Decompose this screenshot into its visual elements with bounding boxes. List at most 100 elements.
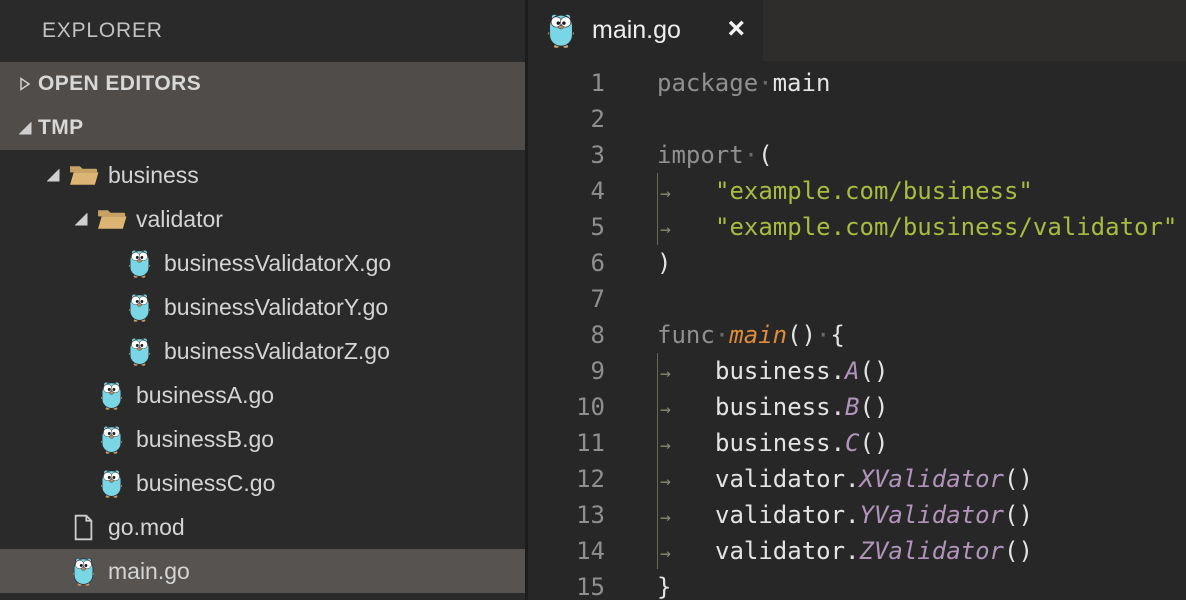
tab-main-go[interactable]: main.go × <box>528 0 763 61</box>
tree-item[interactable]: business <box>0 153 525 197</box>
code-text: → business.B() <box>657 389 888 425</box>
section-label: OPEN EDITORS <box>38 72 202 95</box>
go-gopher-icon <box>122 249 156 278</box>
line-number: 12 <box>576 465 605 493</box>
code-line[interactable]: 15} <box>528 569 1186 600</box>
tree-item[interactable]: main.go <box>0 549 525 593</box>
code-line[interactable]: 13 → validator.YValidator() <box>528 497 1186 533</box>
section-open-editors[interactable]: OPEN EDITORS <box>0 62 525 106</box>
code-token: () <box>787 321 816 349</box>
code-text: import·( <box>657 137 773 173</box>
tab-whitespace-arrow: → <box>660 543 671 564</box>
code-text: → validator.XValidator() <box>657 461 1033 497</box>
code-line[interactable]: 3 import·( <box>528 137 1186 173</box>
code-token: () <box>859 393 889 421</box>
go-gopher-icon <box>94 469 128 498</box>
line-number: 13 <box>576 501 605 529</box>
tree-item[interactable]: go.mod <box>0 505 525 549</box>
code-text: package·main <box>657 65 830 101</box>
code-text: → validator.ZValidator() <box>657 533 1033 569</box>
tree-item-label: businessC.go <box>136 469 276 496</box>
code-line[interactable]: 14 → validator.ZValidator() <box>528 533 1186 569</box>
code-text: → validator.YValidator() <box>657 497 1033 533</box>
code-token: () <box>1004 537 1033 565</box>
code-token: validator. <box>715 537 860 565</box>
tree-item-label: go.mod <box>108 513 185 540</box>
tree-item-label: validator <box>136 205 223 232</box>
code-editor[interactable]: 1 package·main 2 3 import·(4 → "example.com/bu… <box>528 61 1186 600</box>
tree-item[interactable]: businessValidatorX.go <box>0 241 525 285</box>
code-token: func <box>657 321 715 349</box>
tree-item-label: businessValidatorY.go <box>164 293 389 320</box>
line-number: 11 <box>576 429 605 457</box>
code-line[interactable]: 8 func·main()·{ <box>528 317 1186 353</box>
close-icon[interactable]: × <box>727 13 745 44</box>
explorer-sidebar: EXPLORER OPEN EDITORS TMP business valid… <box>0 0 525 600</box>
code-token: import <box>657 141 744 169</box>
code-token: { <box>830 321 845 349</box>
tree-item[interactable]: businessA.go <box>0 373 525 417</box>
line-number: 8 <box>590 321 605 349</box>
code-token: () <box>1004 465 1033 493</box>
code-text: → "example.com/business" <box>657 173 1033 209</box>
code-token: · <box>815 321 831 349</box>
explorer-title: EXPLORER <box>42 19 163 42</box>
tree-item-label: main.go <box>108 557 190 584</box>
tab-whitespace-arrow: → <box>660 471 671 492</box>
go-gopher-icon <box>94 381 128 410</box>
code-token: () <box>859 429 889 457</box>
code-token: } <box>657 573 672 600</box>
section-label: TMP <box>38 116 84 139</box>
tree-item[interactable]: businessValidatorZ.go <box>0 329 525 373</box>
code-token: business. <box>715 429 846 457</box>
go-gopher-icon <box>122 337 156 366</box>
code-token: YValidator <box>859 501 1005 529</box>
line-number: 14 <box>576 537 605 565</box>
code-line[interactable]: 1 package·main <box>528 65 1186 101</box>
code-token: · <box>758 69 773 97</box>
twistie-expanded-icon <box>12 121 38 135</box>
code-line[interactable]: 5 → "example.com/business/validator" <box>528 209 1186 245</box>
file-tree: business validator businessValidatorX.go <box>0 150 525 600</box>
chevron-right-icon <box>12 76 38 92</box>
code-line[interactable]: 12 → validator.XValidator() <box>528 461 1186 497</box>
tab-whitespace-arrow: → <box>660 183 671 204</box>
section-tmp[interactable]: TMP <box>0 106 525 150</box>
code-text: → "example.com/business/validator" <box>657 209 1177 245</box>
code-line[interactable]: 7 <box>528 281 1186 317</box>
tree-item-label: business <box>108 161 199 188</box>
twistie-expanded-icon <box>40 168 66 182</box>
tab-whitespace-arrow: → <box>660 363 671 384</box>
line-number: 7 <box>590 285 605 313</box>
tab-whitespace-arrow: → <box>660 399 671 420</box>
line-number: 9 <box>590 357 605 385</box>
code-line[interactable]: 11 → business.C() <box>528 425 1186 461</box>
code-token: XValidator <box>859 465 1005 493</box>
line-number: 5 <box>590 213 605 241</box>
tree-item[interactable]: businessB.go <box>0 417 525 461</box>
code-token: B <box>845 393 860 421</box>
code-line[interactable]: 2 <box>528 101 1186 137</box>
line-number: 2 <box>590 105 605 133</box>
code-line[interactable]: 4 → "example.com/business" <box>528 173 1186 209</box>
code-token: business. <box>715 393 846 421</box>
code-token: business. <box>715 357 846 385</box>
code-line[interactable]: 9 → business.A() <box>528 353 1186 389</box>
tree-item-label: businessB.go <box>136 425 275 452</box>
tree-item-label: businessValidatorZ.go <box>164 337 390 364</box>
line-number: 6 <box>590 249 605 277</box>
code-token: main <box>772 69 831 97</box>
code-text: func·main()·{ <box>657 317 845 353</box>
line-number: 3 <box>590 141 605 169</box>
code-line[interactable]: 6) <box>528 245 1186 281</box>
go-gopher-icon <box>546 13 576 48</box>
code-line[interactable]: 10 → business.B() <box>528 389 1186 425</box>
line-number: 4 <box>590 177 605 205</box>
tree-item[interactable]: businessValidatorY.go <box>0 285 525 329</box>
code-token: "example.com/business" <box>715 177 1033 205</box>
tree-item[interactable]: businessC.go <box>0 461 525 505</box>
tab-label: main.go <box>592 16 681 44</box>
tree-item[interactable]: validator <box>0 197 525 241</box>
tab-whitespace-arrow: → <box>660 219 671 240</box>
code-token: ZValidator <box>859 537 1005 565</box>
